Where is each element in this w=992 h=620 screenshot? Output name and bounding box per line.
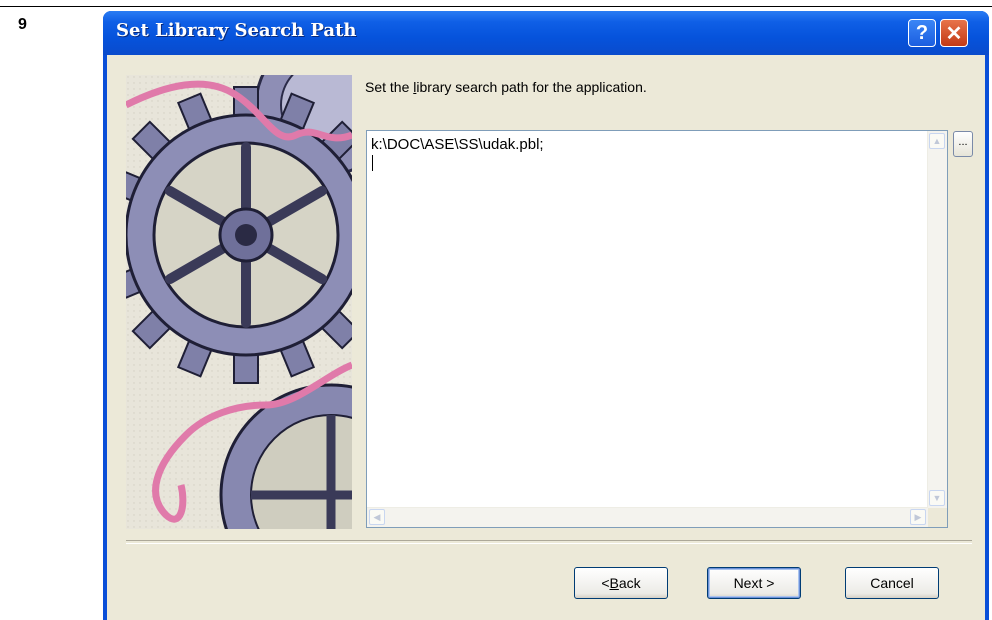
page-top-rule: [0, 6, 992, 7]
browse-button[interactable]: ...: [953, 131, 973, 157]
vertical-scrollbar[interactable]: ▲ ▼: [927, 131, 947, 508]
help-icon: ?: [915, 21, 929, 44]
scroll-left-arrow-icon[interactable]: ◀: [369, 509, 385, 525]
back-label-prefix: <: [601, 575, 610, 591]
text-caret: [372, 155, 373, 171]
dialog-title: Set Library Search Path: [116, 20, 357, 41]
library-path-value: k:\DOC\ASE\SS\udak.pbl;: [371, 136, 544, 153]
help-button[interactable]: ?: [908, 19, 936, 47]
scrollbar-corner: [928, 508, 947, 527]
instruction-part-1: Set the: [365, 79, 414, 95]
instruction-text: Set the library search path for the appl…: [365, 79, 647, 95]
scroll-up-arrow-icon[interactable]: ▲: [929, 133, 945, 149]
back-label-rest: ack: [618, 575, 641, 591]
horizontal-scrollbar[interactable]: ◀ ▶: [367, 507, 928, 527]
dialog-client-area: Set the library search path for the appl…: [107, 55, 985, 620]
close-icon: ✕: [945, 22, 963, 45]
gear-artwork-svg: [126, 75, 352, 529]
button-separator: [126, 540, 972, 544]
scroll-right-arrow-icon[interactable]: ▶: [910, 509, 926, 525]
gear-illustration: [126, 75, 352, 529]
step-number: 9: [18, 16, 27, 33]
close-button[interactable]: ✕: [940, 19, 968, 47]
back-label-accelerator: B: [609, 575, 619, 591]
cancel-button[interactable]: Cancel: [845, 567, 939, 599]
back-button[interactable]: < Back: [574, 567, 668, 599]
title-bar[interactable]: Set Library Search Path ? ✕: [103, 11, 989, 55]
next-button[interactable]: Next >: [707, 567, 801, 599]
scroll-down-arrow-icon[interactable]: ▼: [929, 490, 945, 506]
wizard-dialog: Set Library Search Path ? ✕ Set the libr…: [103, 11, 989, 620]
library-path-textarea[interactable]: k:\DOC\ASE\SS\udak.pbl; ▲ ▼ ◀ ▶: [366, 130, 948, 528]
instruction-part-2: ibrary search path for the application.: [416, 79, 647, 95]
